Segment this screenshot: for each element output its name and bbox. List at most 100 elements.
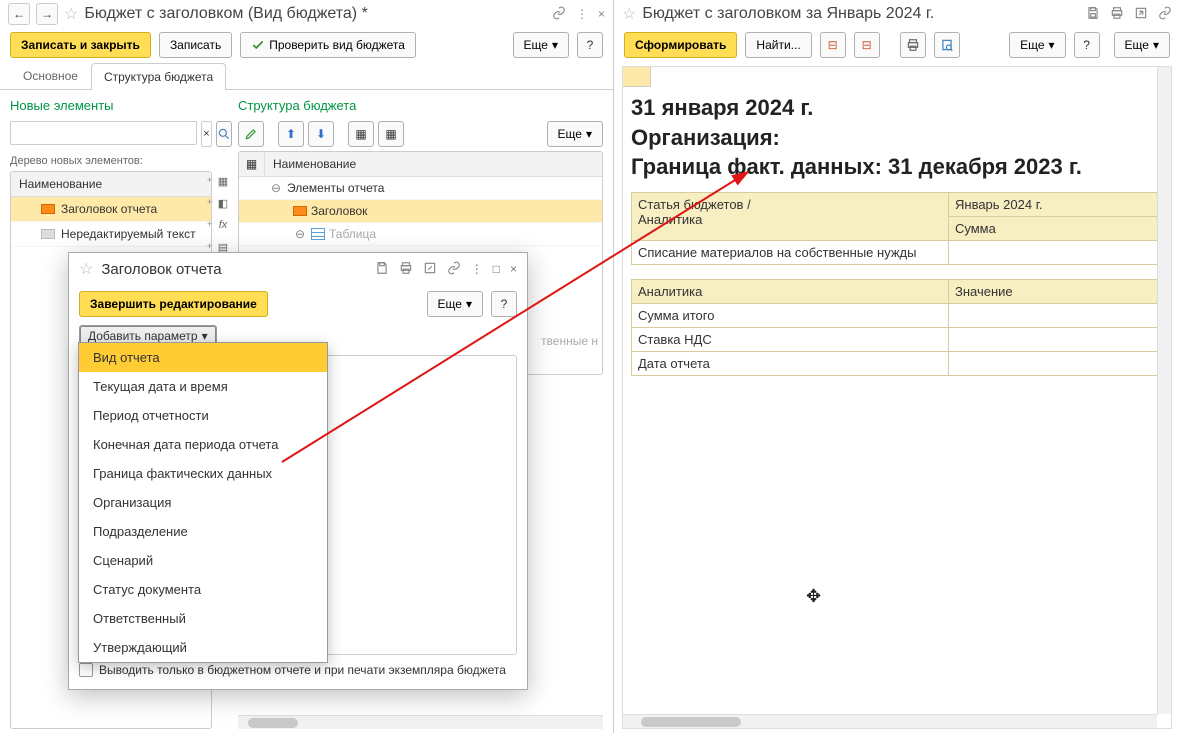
- print-only-checkbox-label: Выводить только в бюджетном отчете и при…: [99, 663, 506, 677]
- chevron-down-icon: ▾: [466, 297, 472, 311]
- table2-row1: Сумма итого: [632, 304, 949, 328]
- report-more-button-2[interactable]: Еще ▾: [1114, 32, 1170, 58]
- report-more-button[interactable]: Еще ▾: [1009, 32, 1065, 58]
- dd-item-fact-boundary[interactable]: Граница фактических данных: [79, 459, 327, 488]
- preview-button[interactable]: [934, 32, 960, 58]
- report-help-button[interactable]: ?: [1074, 32, 1100, 58]
- table-icon: [311, 228, 325, 240]
- more-button[interactable]: Еще ▾: [513, 32, 569, 58]
- report-date-line: 31 января 2024 г.: [631, 93, 1163, 123]
- sheet-corner: [623, 67, 651, 87]
- kebab-menu-icon[interactable]: ⋮: [576, 7, 588, 21]
- dialog-close-icon[interactable]: ×: [510, 262, 517, 276]
- save-icon[interactable]: [1086, 6, 1100, 23]
- horizontal-scrollbar[interactable]: [238, 715, 603, 729]
- dd-item-division[interactable]: Подразделение: [79, 517, 327, 546]
- edit-button[interactable]: [238, 121, 264, 147]
- chevron-down-icon: ▾: [1153, 38, 1159, 52]
- dialog-more-button[interactable]: Еще ▾: [427, 291, 483, 317]
- horizontal-scrollbar[interactable]: [623, 714, 1157, 728]
- finish-editing-button[interactable]: Завершить редактирование: [79, 291, 268, 317]
- dialog-kebab-icon[interactable]: ⋮: [471, 262, 483, 276]
- tab-main[interactable]: Основное: [10, 62, 91, 89]
- chevron-down-icon: ▾: [552, 38, 558, 52]
- dd-item-scenario[interactable]: Сценарий: [79, 546, 327, 575]
- move-up-button[interactable]: ⬆: [278, 121, 304, 147]
- vertical-scrollbar[interactable]: [1157, 67, 1171, 714]
- side-icon-1[interactable]: ▦: [214, 173, 232, 189]
- more-label: Еще: [558, 127, 582, 141]
- structure-row-header[interactable]: Заголовок: [239, 200, 602, 223]
- check-budget-view-button[interactable]: Проверить вид бюджета: [240, 32, 416, 58]
- report-org-line: Организация:: [631, 123, 1163, 153]
- dd-item-organization[interactable]: Организация: [79, 488, 327, 517]
- search-button[interactable]: [216, 121, 232, 147]
- tree-item-noneditable-text[interactable]: Нередактируемый текст: [11, 222, 211, 247]
- export-icon[interactable]: [1134, 6, 1148, 23]
- nav-forward-button[interactable]: →: [36, 3, 58, 25]
- generate-button[interactable]: Сформировать: [624, 32, 737, 58]
- new-elements-search-input[interactable]: [10, 121, 197, 145]
- dd-item-approver[interactable]: Утверждающий: [79, 633, 327, 662]
- link-icon[interactable]: [1158, 6, 1172, 23]
- side-icon-2[interactable]: ◧: [214, 195, 232, 211]
- dd-item-report-type[interactable]: Вид отчета: [79, 343, 327, 372]
- outline-collapse-button[interactable]: ⊟: [854, 32, 880, 58]
- side-icon-fx[interactable]: fx: [214, 217, 232, 233]
- more-label: Еще: [1020, 38, 1044, 52]
- table-action-2-button[interactable]: ▦: [378, 121, 404, 147]
- outline-expand-button[interactable]: ⊟: [820, 32, 846, 58]
- dialog-print-icon[interactable]: [399, 261, 413, 278]
- tree-column-header: Наименование: [11, 172, 211, 197]
- collapse-icon[interactable]: ⊖: [293, 227, 307, 241]
- print-icon[interactable]: [1110, 6, 1124, 23]
- favorite-star-icon[interactable]: ☆: [64, 4, 78, 24]
- dialog-link-icon[interactable]: [447, 261, 461, 278]
- tab-structure[interactable]: Структура бюджета: [91, 63, 226, 90]
- more-label: Еще: [438, 297, 462, 311]
- dialog-maximize-icon[interactable]: □: [493, 262, 500, 276]
- more-label: Еще: [524, 38, 548, 52]
- tree-item-report-header[interactable]: Заголовок отчета: [11, 197, 211, 222]
- nav-back-button[interactable]: ←: [8, 3, 30, 25]
- tree-item-label: Нередактируемый текст: [61, 227, 196, 241]
- dialog-export-icon[interactable]: [423, 261, 437, 278]
- table-action-1-button[interactable]: ▦: [348, 121, 374, 147]
- add-parameter-label: Добавить параметр: [88, 329, 198, 343]
- dd-item-doc-status[interactable]: Статус документа: [79, 575, 327, 604]
- move-down-button[interactable]: ⬇: [308, 121, 334, 147]
- dialog-star-icon[interactable]: ☆: [79, 259, 93, 279]
- structure-row-label: Заголовок: [311, 204, 367, 218]
- table1-header-period: Январь 2024 г.: [949, 193, 1163, 217]
- save-button[interactable]: Записать: [159, 32, 232, 58]
- favorite-star-icon[interactable]: ☆: [622, 4, 636, 24]
- add-parameter-dropdown-menu: Вид отчета Текущая дата и время Период о…: [78, 342, 328, 663]
- dd-item-reporting-period[interactable]: Период отчетности: [79, 401, 327, 430]
- structure-row-table[interactable]: ⊖ Таблица: [239, 223, 602, 246]
- link-icon[interactable]: [552, 6, 566, 23]
- print-only-checkbox[interactable]: [79, 663, 93, 677]
- dd-item-period-end-date[interactable]: Конечная дата периода отчета: [79, 430, 327, 459]
- chevron-down-icon: ▾: [586, 127, 592, 141]
- collapse-icon[interactable]: ⊖: [269, 181, 283, 195]
- help-button[interactable]: ?: [577, 32, 603, 58]
- structure-more-button[interactable]: Еще ▾: [547, 121, 603, 147]
- find-button[interactable]: Найти...: [745, 32, 811, 58]
- new-elements-header: Новые элементы: [10, 94, 232, 117]
- print-button[interactable]: [900, 32, 926, 58]
- save-and-close-button[interactable]: Записать и закрыть: [10, 32, 151, 58]
- dd-item-current-datetime[interactable]: Текущая дата и время: [79, 372, 327, 401]
- dd-item-responsible[interactable]: Ответственный: [79, 604, 327, 633]
- chevron-down-icon: ▾: [1049, 38, 1055, 52]
- clear-search-button[interactable]: ×: [201, 121, 212, 147]
- structure-row-label: твенные н: [541, 334, 598, 348]
- table2-header-analytics: Аналитика: [632, 280, 949, 304]
- structure-name-col-header: Наименование: [265, 152, 364, 176]
- table2-row1-val: [949, 304, 1163, 328]
- dialog-save-icon[interactable]: [375, 261, 389, 278]
- dialog-help-button[interactable]: ?: [491, 291, 517, 317]
- tree-caption: Дерево новых элементов:: [10, 151, 232, 171]
- table2-row2-val: [949, 328, 1163, 352]
- close-icon[interactable]: ×: [598, 7, 605, 21]
- structure-row-root[interactable]: ⊖ Элементы отчета: [239, 177, 602, 200]
